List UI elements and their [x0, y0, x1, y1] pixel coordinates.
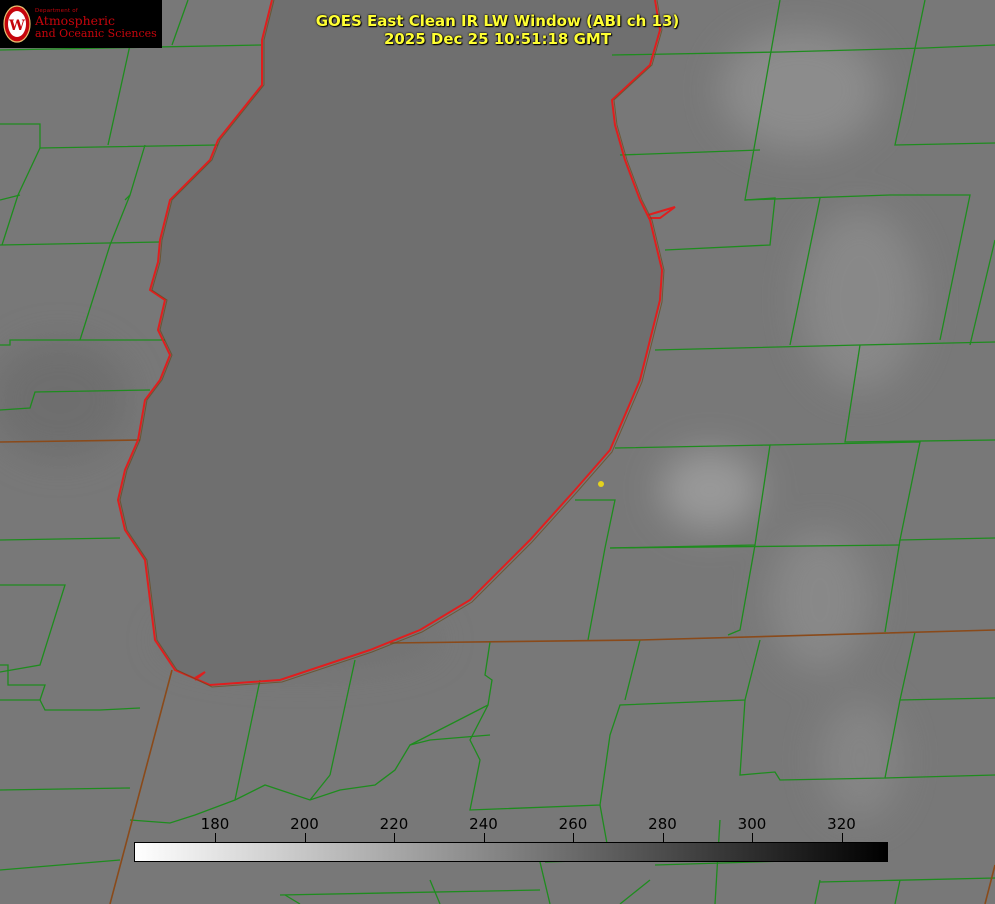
image-timestamp: 2025 Dec 25 10:51:18 GMT [383, 30, 612, 48]
colorbar-tick [215, 833, 216, 842]
colorbar-tick-label: 200 [290, 815, 319, 833]
colorbar-tick-label: 180 [200, 815, 230, 833]
colorbar-tick-label: 220 [379, 815, 409, 833]
colorbar-tick-label: 300 [737, 815, 767, 833]
colorbar-tick-label: 280 [648, 815, 677, 833]
colorbar [134, 842, 888, 862]
image-title: GOES East Clean IR LW Window (ABI ch 13) [315, 12, 680, 30]
colorbar-tick-label: 240 [469, 815, 498, 833]
colorbar-tick [662, 833, 664, 842]
colorbar-tick [573, 833, 574, 842]
colorbar-tick [841, 833, 843, 842]
station-marker [598, 481, 604, 487]
satellite-image: W Department of Atmospheric and Oceanic … [0, 0, 995, 904]
ir-map [0, 0, 995, 904]
colorbar-tick-label: 320 [827, 815, 856, 833]
colorbar-tick [752, 833, 753, 842]
colorbar-tick [394, 833, 395, 842]
colorbar-tick [304, 833, 306, 842]
colorbar-tick-label: 260 [558, 815, 588, 833]
colorbar-tick [483, 833, 485, 842]
